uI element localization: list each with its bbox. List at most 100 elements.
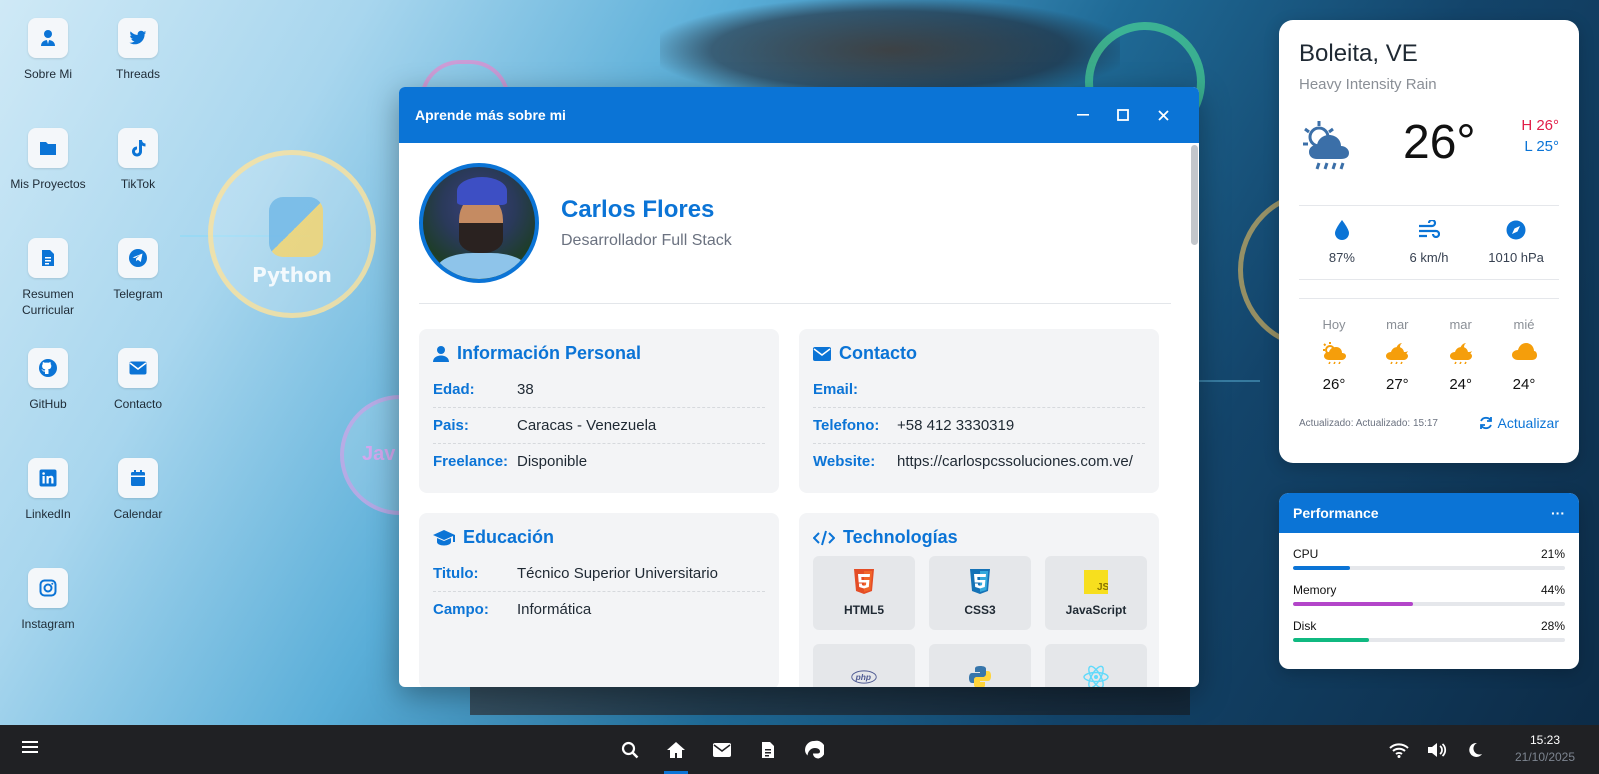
forecast-temp: 27° xyxy=(1385,376,1409,393)
contact-card: Contacto Email: Telefono: +58 412 3330319… xyxy=(799,329,1159,493)
more-options-icon[interactable]: ··· xyxy=(1551,505,1565,521)
metric-value: 21% xyxy=(1540,547,1565,561)
wind-stat: 6 km/h xyxy=(1386,220,1472,265)
clock-time: 15:23 xyxy=(1529,733,1561,747)
forecast-temp: 24° xyxy=(1449,376,1472,393)
desktop-icon-label: Mis Proyectos xyxy=(10,177,86,191)
info-key: Email: xyxy=(813,381,859,398)
desktop-icon-label: Sobre Mi xyxy=(23,67,73,81)
forecast-day: mar 27° xyxy=(1372,317,1422,393)
info-key: Freelance: xyxy=(433,453,509,470)
taskbar-clock[interactable]: 15:23 21/10/2025 xyxy=(1500,733,1590,764)
info-value: Caracas - Venezuela xyxy=(517,417,657,434)
metric-value: 28% xyxy=(1540,619,1565,633)
metric-row: Memory 44% xyxy=(1293,583,1565,606)
personal-info-card: Información Personal Edad: 38 Pais: Caraca… xyxy=(419,329,779,493)
weather-stats: 87% 6 km/h 1010 hPa xyxy=(1299,205,1559,280)
taskbar-browser-button[interactable] xyxy=(791,725,837,774)
envelope-icon xyxy=(813,346,831,361)
info-key: Edad: xyxy=(433,381,475,398)
profile-role: Desarrollador Full Stack xyxy=(561,232,732,249)
moon-rain-cloud-icon xyxy=(1449,343,1472,364)
taskbar: 15:23 21/10/2025 xyxy=(0,725,1599,774)
twitter-icon xyxy=(118,18,158,58)
desktop-icon-github[interactable]: GitHub xyxy=(4,348,92,412)
info-value: 38 xyxy=(517,381,534,398)
taskbar-mail-button[interactable] xyxy=(699,725,745,774)
wallpaper-circuit-line xyxy=(180,235,310,237)
cloud-icon xyxy=(1511,343,1537,360)
forecast-day: mié 24° xyxy=(1499,317,1549,393)
forecast-temp: 26° xyxy=(1322,376,1346,393)
desktop-icon-label: Telegram xyxy=(113,287,163,301)
user-icon xyxy=(433,345,449,362)
dark-mode-button[interactable] xyxy=(1456,725,1494,774)
phone-value[interactable]: +58 412 3330319 xyxy=(897,417,1014,434)
wallpaper-python-text: Python xyxy=(252,263,332,287)
svg-text:php: php xyxy=(855,672,871,682)
contact-title: Contacto xyxy=(839,343,917,363)
tech-label: CSS3 xyxy=(964,603,996,617)
envelope-icon xyxy=(713,742,731,757)
document-icon xyxy=(28,238,68,278)
wind-icon xyxy=(1418,220,1440,238)
metric-track xyxy=(1293,602,1565,606)
desktop-icon-label: Resumen Curricular xyxy=(21,287,74,317)
info-key: Telefono: xyxy=(813,417,880,434)
tech-item-css3: CSS3 xyxy=(929,556,1031,630)
taskbar-document-button[interactable] xyxy=(745,725,791,774)
desktop-icon-calendar[interactable]: Calendar xyxy=(94,458,182,522)
technologies-title: Technologías xyxy=(843,527,958,547)
moon-icon xyxy=(1469,742,1482,757)
close-button[interactable] xyxy=(1143,95,1183,135)
desktop-icon-label: Calendar xyxy=(113,507,163,521)
wifi-button[interactable] xyxy=(1380,725,1418,774)
weather-updated: Actualizado: Actualizado: 15:17 xyxy=(1299,417,1438,429)
desktop-icon-contacto[interactable]: Contacto xyxy=(94,348,182,412)
tech-item-html5: HTML5 xyxy=(813,556,915,630)
info-key: Campo: xyxy=(433,601,489,618)
start-menu-button[interactable] xyxy=(22,739,38,760)
desktop-icon-tiktok[interactable]: TikTok xyxy=(94,128,182,192)
document-icon xyxy=(762,741,774,758)
info-key: Pais: xyxy=(433,417,469,434)
taskbar-home-button[interactable] xyxy=(653,725,699,774)
html5-icon xyxy=(851,569,877,595)
taskbar-search-button[interactable] xyxy=(607,725,653,774)
graduation-cap-icon xyxy=(433,529,455,545)
performance-header: Performance ··· xyxy=(1279,493,1579,533)
minimize-button[interactable] xyxy=(1063,95,1103,135)
desktop-icon-label: Contacto xyxy=(113,397,163,411)
telegram-icon xyxy=(118,238,158,278)
forecast-day: mar 24° xyxy=(1436,317,1486,393)
maximize-button[interactable] xyxy=(1103,95,1143,135)
instagram-icon xyxy=(28,568,68,608)
desktop-icon-label: LinkedIn xyxy=(25,507,71,521)
window-titlebar[interactable]: Aprende más sobre mi xyxy=(399,87,1199,143)
tiktok-icon xyxy=(118,128,158,168)
desktop-icon-threads[interactable]: Threads xyxy=(94,18,182,82)
website-link[interactable]: https://carlospcssoluciones.com.ve/ xyxy=(897,453,1133,470)
personal-info-title: Información Personal xyxy=(457,343,642,363)
search-icon xyxy=(621,741,639,758)
desktop-icon-sobre-mi[interactable]: Sobre Mi xyxy=(4,18,92,82)
wallpaper-python-badge: Python xyxy=(208,150,376,318)
home-icon xyxy=(667,741,685,758)
folder-icon xyxy=(28,128,68,168)
metric-name: Disk xyxy=(1293,619,1317,633)
desktop-icon-mis-proyectos[interactable]: Mis Proyectos xyxy=(4,128,92,192)
refresh-button[interactable]: Actualizar xyxy=(1479,415,1559,431)
info-row: Telefono: +58 412 3330319 xyxy=(813,408,1145,444)
desktop-icon-telegram[interactable]: Telegram xyxy=(94,238,182,302)
desktop-icon-instagram[interactable]: Instagram xyxy=(4,568,92,632)
desktop-icon-resumen-curricular[interactable]: Resumen Curricular xyxy=(4,238,92,318)
code-icon xyxy=(813,530,835,545)
desktop-icon-label: Threads xyxy=(115,67,161,81)
weather-condition: Heavy Intensity Rain xyxy=(1299,76,1437,93)
desktop-icon-linkedin[interactable]: LinkedIn xyxy=(4,458,92,522)
metric-name: CPU xyxy=(1293,547,1319,561)
calendar-icon xyxy=(118,458,158,498)
python-icon xyxy=(967,664,993,687)
volume-button[interactable] xyxy=(1418,725,1456,774)
css3-icon xyxy=(967,569,993,595)
